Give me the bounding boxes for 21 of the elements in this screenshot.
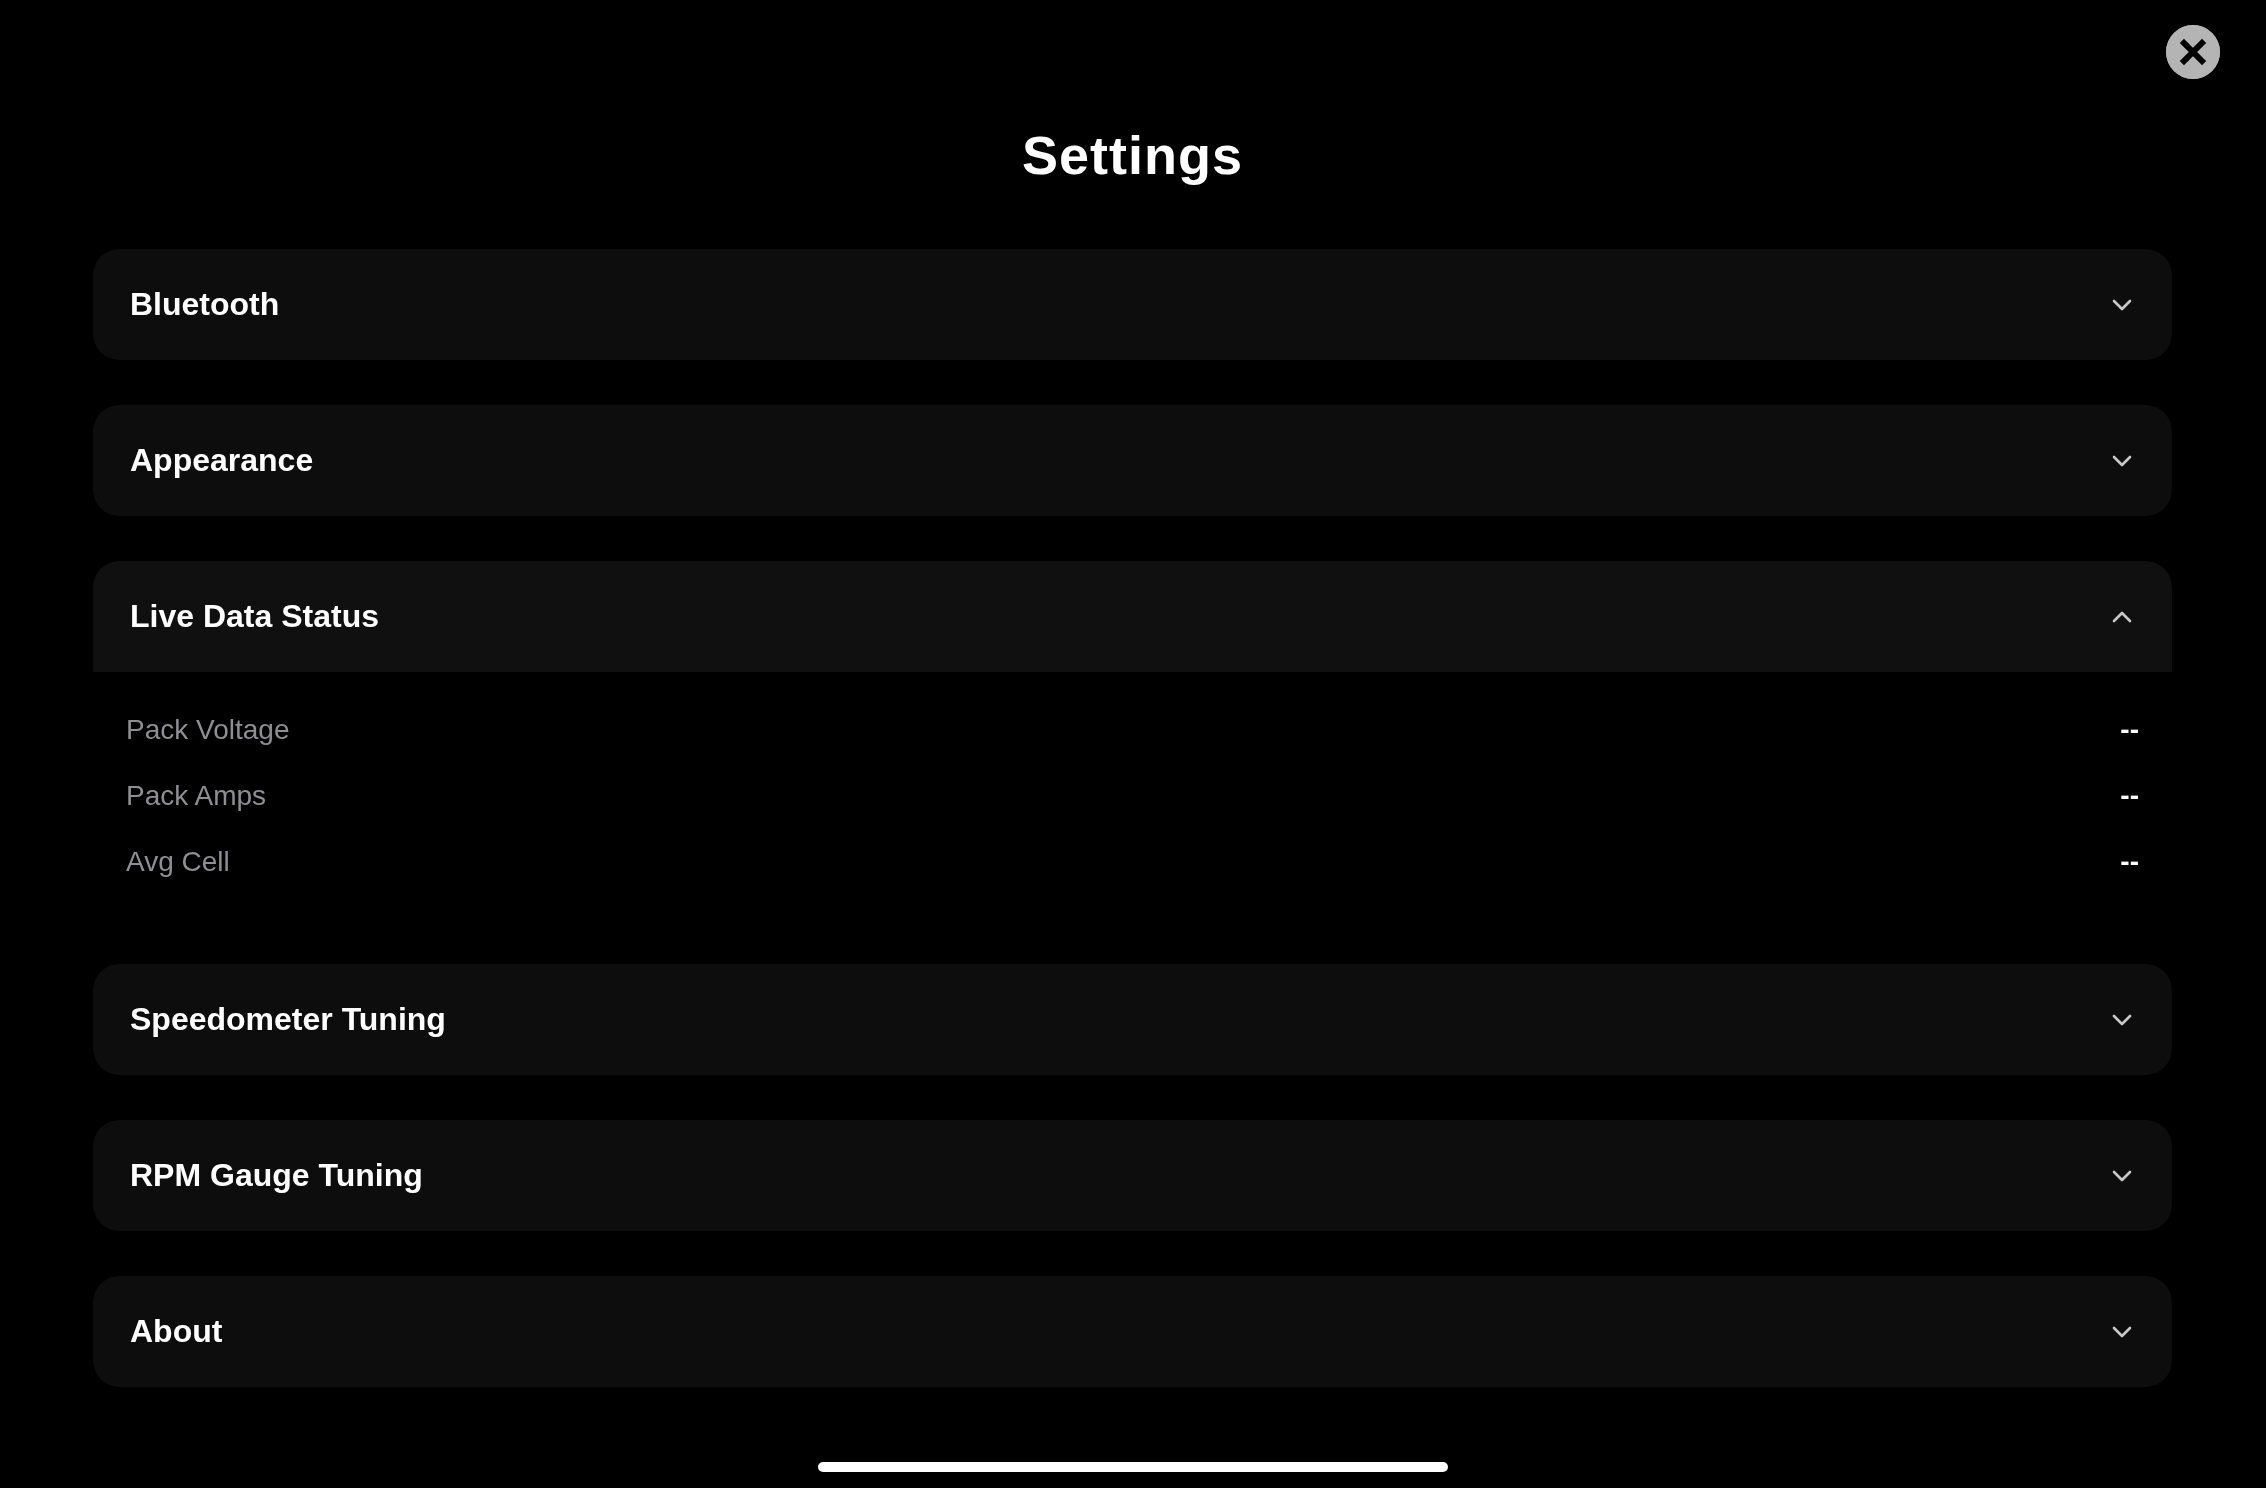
- close-icon: [2166, 25, 2220, 79]
- section-header[interactable]: Speedometer Tuning: [93, 964, 2172, 1075]
- chevron-up-icon: [2112, 610, 2132, 623]
- row-label: Avg Cell: [126, 846, 230, 878]
- chevron-down-icon: [2112, 1013, 2132, 1026]
- row-value: --: [2120, 780, 2139, 812]
- section-header[interactable]: Live Data Status: [93, 561, 2172, 672]
- section-header[interactable]: Appearance: [93, 405, 2172, 516]
- row-value: --: [2120, 714, 2139, 746]
- chevron-down-icon: [2112, 298, 2132, 311]
- chevron-down-icon: [2112, 454, 2132, 467]
- chevron-down-icon: [2112, 1169, 2132, 1182]
- section-header[interactable]: RPM Gauge Tuning: [93, 1120, 2172, 1231]
- row-label: Pack Voltage: [126, 714, 290, 746]
- row-value: --: [2120, 846, 2139, 878]
- section-header[interactable]: About: [93, 1276, 2172, 1387]
- row-label: Pack Amps: [126, 780, 267, 812]
- chevron-down-icon: [2112, 1325, 2132, 1338]
- page-title: Settings: [1022, 124, 1243, 187]
- close-button[interactable]: [2166, 25, 2220, 79]
- section-header[interactable]: Bluetooth: [93, 249, 2172, 360]
